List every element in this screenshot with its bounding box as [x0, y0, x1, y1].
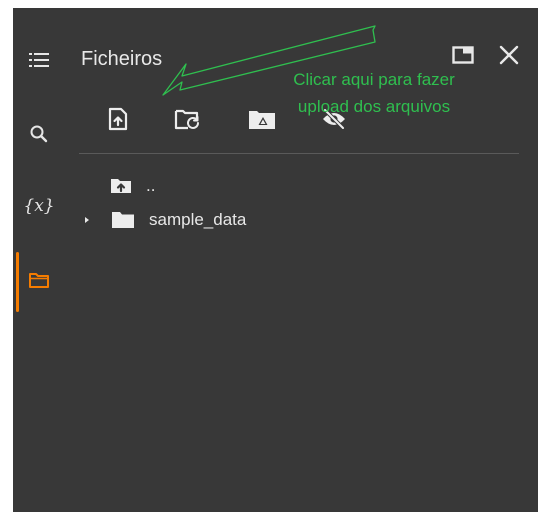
upload-file-button[interactable]: [101, 102, 135, 136]
expand-window-button[interactable]: [449, 41, 477, 69]
files-button[interactable]: [13, 252, 65, 312]
folder-icon: [29, 273, 49, 288]
annotation-line-1: Clicar aqui para fazer: [293, 70, 455, 89]
refresh-folder-button[interactable]: [171, 102, 205, 136]
tree-parent-row[interactable]: ..: [110, 174, 155, 198]
annotation-text: Clicar aqui para fazer upload dos arquiv…: [263, 66, 485, 120]
annotation-line-2: upload dos arquivos: [297, 97, 451, 116]
expand-window-icon: [452, 46, 474, 64]
tree-parent-label: ..: [146, 176, 156, 195]
folder-up-icon: [111, 179, 131, 193]
close-icon: [499, 45, 519, 65]
tree-item-sample-data[interactable]: sample_data: [83, 208, 246, 232]
upload-file-icon: [108, 107, 128, 131]
caret-right-icon[interactable]: [83, 214, 93, 226]
left-rail: {x}: [13, 8, 65, 512]
search-icon: [30, 125, 48, 143]
variables-icon: {x}: [23, 196, 55, 216]
variables-button[interactable]: {x}: [13, 186, 65, 226]
menu-icon: [29, 53, 49, 67]
refresh-folder-icon: [174, 109, 199, 130]
tree-item-label: sample_data: [149, 210, 247, 229]
files-panel: {x} Ficheiros .. sample_data Clicar aqui…: [13, 8, 538, 512]
folder-icon: [112, 212, 134, 228]
panel-title: Ficheiros: [81, 48, 163, 70]
search-button[interactable]: [13, 114, 65, 154]
close-button[interactable]: [495, 41, 523, 69]
toolbar-divider: [79, 153, 519, 154]
menu-button[interactable]: [13, 40, 65, 80]
